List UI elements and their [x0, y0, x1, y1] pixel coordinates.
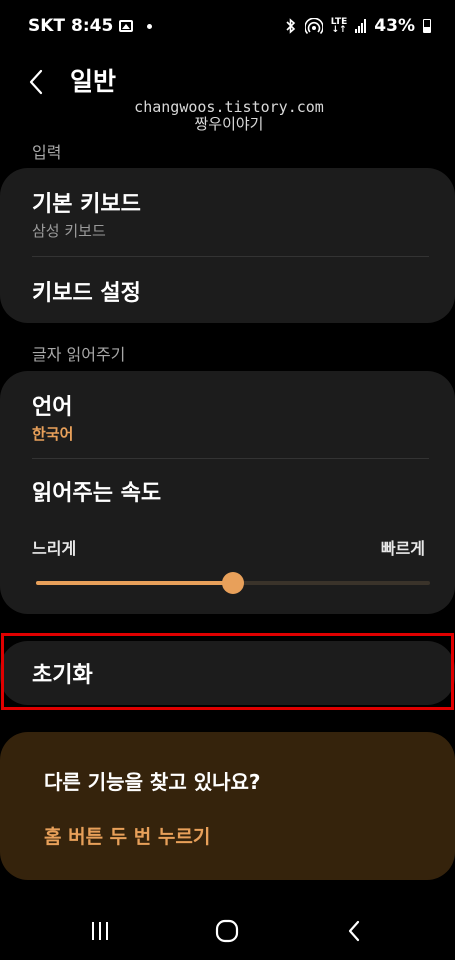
slider-fill	[36, 581, 233, 585]
battery-label: 43%	[374, 16, 415, 36]
signal-icon	[355, 19, 367, 33]
back-button[interactable]	[28, 64, 52, 100]
highlight-box	[1, 633, 454, 710]
watermark: changwoos.tistory.com 짱우이야기	[134, 99, 324, 133]
home-icon	[215, 919, 239, 943]
lte-icon: LTE ↓↑	[331, 18, 348, 35]
section-label-input: 입력	[32, 143, 62, 162]
slider-thumb[interactable]	[222, 572, 244, 594]
promo-title: 다른 기능을 찾고 있나요?	[44, 770, 261, 794]
default-keyboard-value: 삼성 키보드	[32, 222, 106, 240]
back-nav-button[interactable]	[336, 916, 372, 946]
page-title: 일반	[70, 67, 117, 96]
watermark-line-1: changwoos.tistory.com	[134, 98, 324, 116]
chevron-left-icon	[29, 69, 43, 95]
home-button[interactable]	[209, 916, 245, 946]
speech-rate-slider[interactable]	[36, 572, 430, 594]
keyboard-settings-title: 키보드 설정	[32, 281, 141, 306]
battery-icon	[423, 19, 431, 33]
status-bar-left: SKT 8:45	[28, 16, 153, 36]
hotspot-icon	[304, 18, 323, 34]
default-keyboard-item[interactable]: 기본 키보드 삼성 키보드	[0, 168, 455, 256]
language-item[interactable]: 언어 한국어	[0, 371, 455, 459]
image-icon	[119, 20, 134, 32]
default-keyboard-title: 기본 키보드	[32, 192, 141, 217]
recents-button[interactable]	[82, 916, 118, 946]
status-bar: SKT 8:45 LTE ↓↑ 43%	[0, 0, 455, 56]
input-card: 기본 키보드 삼성 키보드 키보드 설정	[0, 168, 455, 323]
dot-icon	[147, 23, 153, 29]
promo-card: 다른 기능을 찾고 있나요? 홈 버튼 두 번 누르기	[0, 732, 455, 880]
slow-label: 느리게	[32, 539, 77, 558]
speech-rate-title: 읽어주는 속도	[32, 481, 162, 506]
language-title: 언어	[32, 395, 73, 420]
clock: 8:45	[71, 16, 114, 36]
double-press-home-link[interactable]: 홈 버튼 두 번 누르기	[44, 822, 210, 849]
language-value: 한국어	[32, 425, 74, 443]
divider	[32, 458, 429, 459]
data-arrows-icon: ↓↑	[331, 25, 347, 35]
status-bar-right: LTE ↓↑ 43%	[285, 16, 431, 36]
back-icon	[348, 920, 360, 942]
section-label-tts: 글자 읽어주기	[32, 345, 126, 364]
watermark-line-2: 짱우이야기	[194, 115, 264, 133]
recents-icon	[92, 922, 108, 940]
nav-bar	[0, 900, 455, 960]
keyboard-settings-item[interactable]: 키보드 설정	[0, 257, 455, 323]
bluetooth-icon	[285, 18, 297, 34]
fast-label: 빠르게	[380, 539, 425, 558]
carrier-label: SKT	[28, 16, 66, 36]
